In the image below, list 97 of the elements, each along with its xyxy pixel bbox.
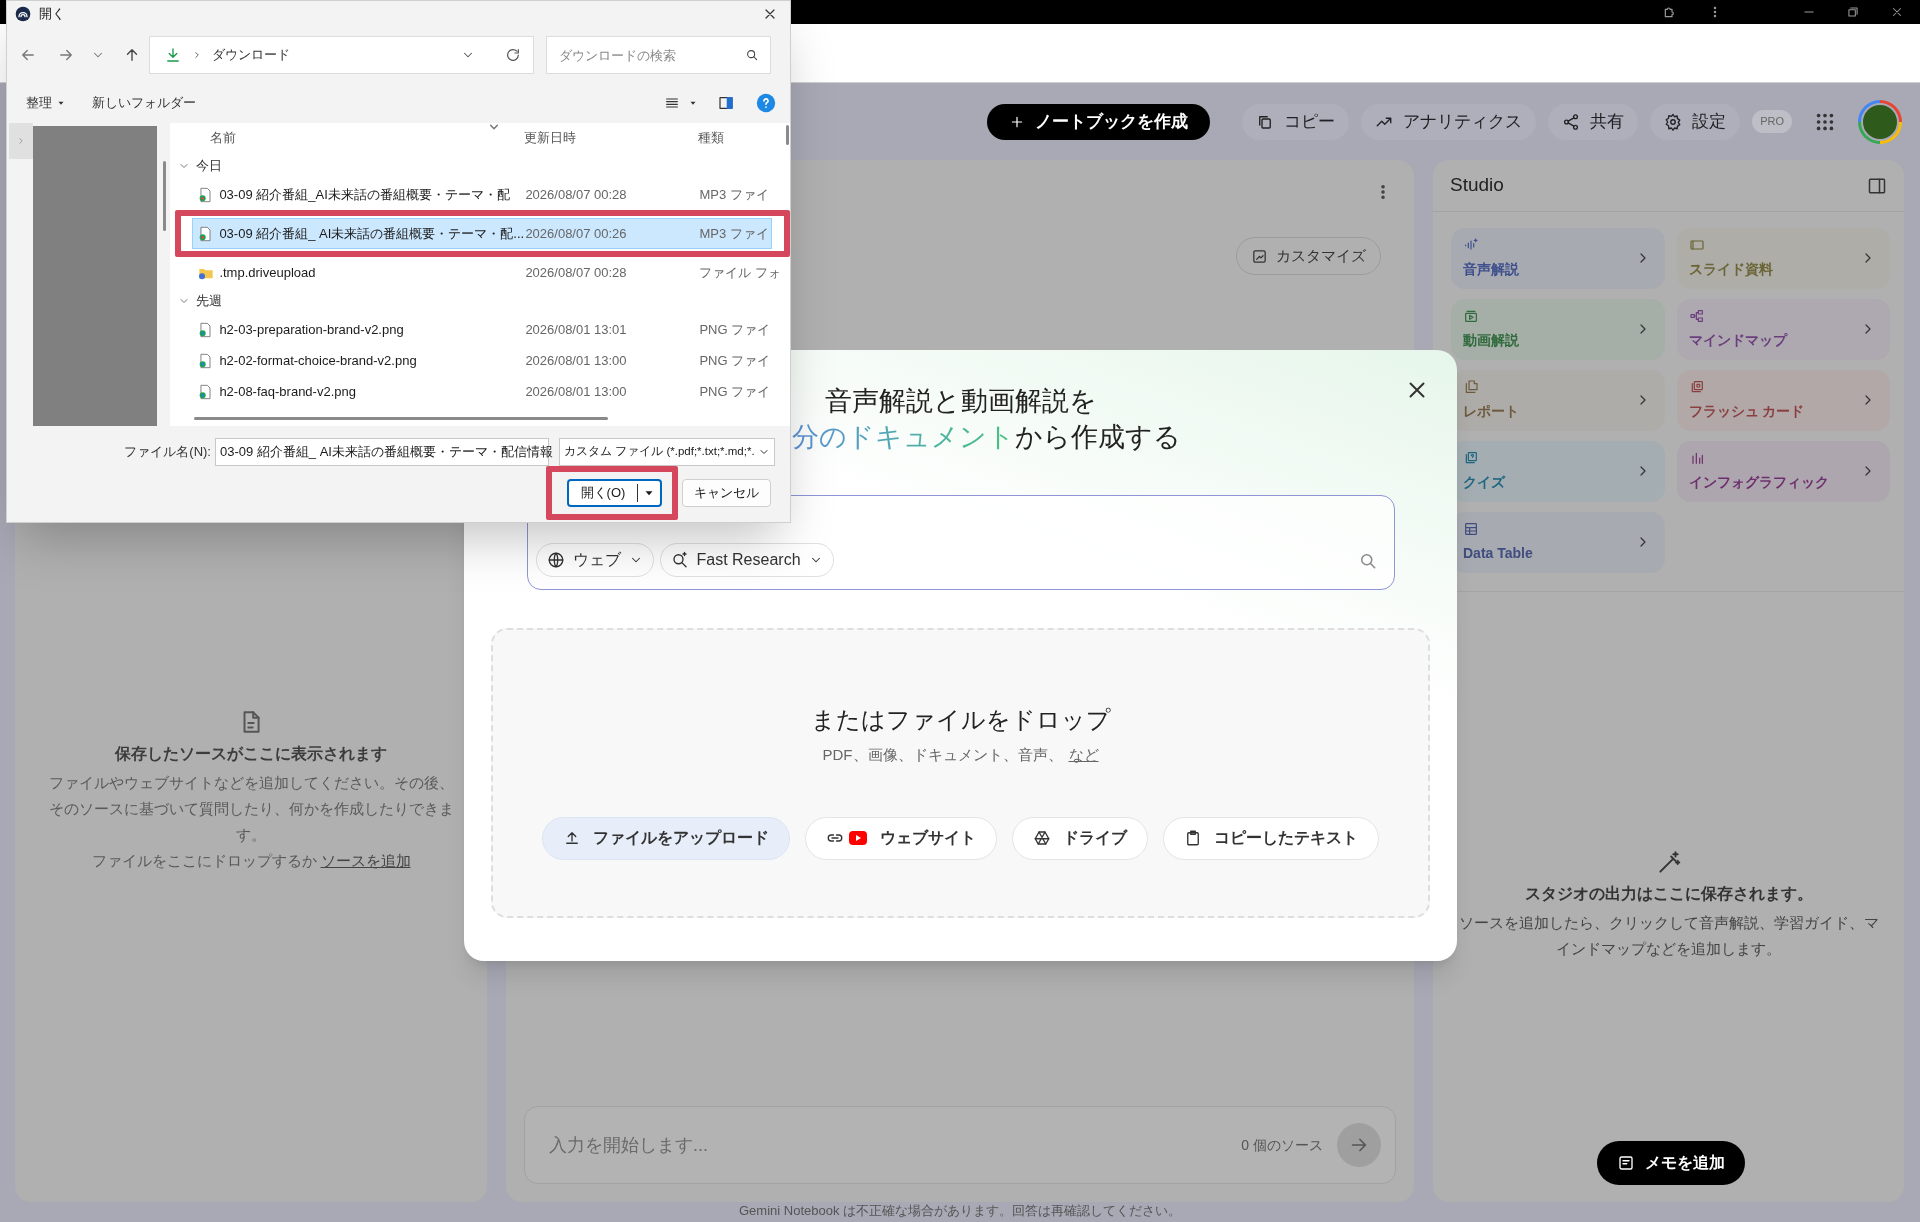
search-sparkle-icon (670, 551, 689, 569)
file-row[interactable]: 03-09 紹介番組_ AI未来話の番組概要・テーマ・配...2026/08/07 00:26 MP3 ファイ (192, 218, 772, 249)
file-date: 2026/08/01 13:00 (525, 351, 628, 370)
empty-state-text: ファイルやウェブサイトなどを追加してください。その後、そのソースに基づいて質問したり、何かを作成したりできます。 (47, 773, 455, 845)
share-icon (1562, 112, 1581, 131)
upload-icon (563, 829, 581, 847)
address-bar[interactable]: ダウンロード (149, 36, 534, 74)
file-row[interactable]: h2-02-format-choice-brand-v2.png 2026/08/01 13:00 PNG ファイ (192, 345, 782, 376)
file-types-text: PDF、画像、ドキュメント、音声、 (822, 745, 1063, 765)
download-icon (164, 46, 182, 64)
file-type: MP3 ファイ (699, 224, 769, 243)
file-date: 2026/08/07 00:28 (525, 185, 628, 204)
window-title: 開く (39, 5, 65, 24)
create-notebook-button[interactable]: ノートブックを作成 (987, 103, 1211, 140)
mindmap-icon (1688, 308, 1705, 324)
group-header[interactable]: 先週 (170, 288, 223, 314)
refresh-icon[interactable] (505, 47, 521, 63)
panel-title: Studio (1450, 173, 1504, 198)
dialog-title: 音声解説と動画解説を (824, 385, 1097, 418)
header-button[interactable]: コピー (1242, 103, 1350, 140)
scrollbar (163, 161, 167, 231)
studio-tool-card[interactable]: インフォグラフィック (1676, 441, 1890, 502)
preview-pane-icon[interactable] (718, 95, 734, 111)
organize-button[interactable]: 整理 (26, 93, 66, 113)
report-icon (1463, 379, 1479, 395)
drop-hint: ファイルをここにドロップするか (91, 851, 317, 871)
file-type: PNG ファイ (699, 382, 771, 401)
search-field[interactable]: ダウンロードの検索 (546, 36, 771, 74)
drive-icon (1033, 829, 1051, 847)
source-option-button[interactable]: コピーしたテキスト (1163, 816, 1379, 860)
table-icon (1463, 521, 1479, 537)
list-view-icon[interactable] (664, 95, 680, 111)
header-button[interactable]: アナリティクス (1361, 103, 1537, 140)
send-button[interactable] (1337, 1123, 1381, 1167)
file-name: 03-09 紹介番組_AI未来話の番組概要・テーマ・配 (219, 185, 511, 204)
more-link[interactable]: など (1068, 744, 1099, 767)
close-icon[interactable] (1890, 5, 1904, 19)
header-button[interactable]: 共有 (1548, 103, 1639, 140)
file-date: 2026/08/01 13:00 (525, 382, 628, 401)
chat-box[interactable]: 入力を開始します... 0 個のソース (524, 1106, 1396, 1184)
new-folder-button[interactable]: 新しいフォルダー (92, 93, 196, 113)
file-date: 2026/08/01 13:01 (525, 320, 628, 339)
file-name: h2-08-faq-brand-v2.png (219, 382, 357, 401)
clipboard-icon (1184, 829, 1202, 847)
file-date: 2026/08/07 00:26 (525, 224, 628, 243)
app-icon (15, 6, 31, 22)
customize-icon (1251, 247, 1268, 265)
video-play-icon (848, 830, 868, 846)
sort-caret-icon (489, 123, 500, 131)
disclaimer: Gemini Notebook は不正確な場合があります。回答は再確認してください。 (738, 1202, 1182, 1220)
file-type-dropdown[interactable]: カスタム ファイル (*.pdf;*.txt;*.md;*. (559, 438, 775, 466)
file-name: .tmp.driveupload (219, 263, 317, 282)
add-note-button[interactable]: メモを追加 (1596, 1141, 1745, 1185)
source-count: 0 個のソース (1241, 1135, 1323, 1155)
chat-input[interactable]: 入力を開始します... (549, 1131, 1228, 1159)
avatar[interactable] (1858, 99, 1902, 144)
column-header[interactable]: 更新日時 (524, 128, 699, 148)
source-option-button[interactable]: ウェブサイト (805, 816, 997, 860)
drop-title: またはファイルをドロップ (810, 705, 1111, 735)
file-row[interactable]: 03-09 紹介番組_AI未来話の番組概要・テーマ・配 2026/08/07 00:28 MP3 ファイ (192, 179, 782, 210)
empty-state-title: スタジオの出力はここに保存されます。 (1524, 884, 1813, 904)
field-label: ファイル名(N): (123, 443, 211, 462)
gear-icon (1664, 112, 1683, 131)
cancel-button[interactable]: キャンセル (682, 479, 771, 507)
file-type: MP3 ファイ (699, 185, 769, 204)
globe-icon (546, 551, 565, 569)
video-icon (1463, 308, 1479, 324)
add-source-link[interactable]: ソースを追加 (320, 850, 411, 873)
help-icon[interactable] (756, 93, 776, 113)
source-option-button[interactable]: ファイルをアップロード (542, 816, 790, 860)
open-button[interactable]: 開く(O) (567, 479, 662, 507)
file-type: PNG ファイ (699, 320, 771, 339)
column-header[interactable]: 種類 (698, 128, 725, 148)
file-row[interactable]: .tmp.driveupload 2026/08/07 00:28 ファイル フォ (192, 257, 782, 288)
file-type: ファイル フォ (699, 263, 781, 282)
file-name: h2-02-format-choice-brand-v2.png (219, 351, 418, 370)
pro-badge: PRO (1752, 110, 1792, 133)
file-row[interactable]: h2-08-faq-brand-v2.png 2026/08/01 13:00 PNG ファイ (192, 376, 782, 407)
file-date: 2026/08/07 00:28 (525, 263, 628, 282)
empty-state-title: 保存したソースがここに表示されます (115, 744, 387, 764)
column-header[interactable]: 名前 (210, 128, 525, 148)
restore-icon[interactable] (1846, 5, 1860, 19)
empty-state-text: ソースを追加したら、クリックして音声解説、学習ガイド、マインドマップなどを追加します。 (1458, 913, 1879, 959)
chevron-right-icon (192, 50, 202, 60)
scrollbar (786, 125, 789, 145)
file-row[interactable]: h2-03-preparation-brand-v2.png 2026/08/01 13:01 PNG ファイ (192, 314, 782, 345)
group-header[interactable]: 今日 (170, 153, 223, 179)
slides-icon (1688, 237, 1705, 253)
file-type: PNG ファイ (699, 351, 771, 370)
search-icon (745, 48, 759, 62)
source-option-button[interactable]: ドライブ (1012, 816, 1148, 860)
expand-nav-button[interactable] (9, 123, 34, 159)
file-name: h2-03-preparation-brand-v2.png (219, 320, 405, 339)
header-button[interactable]: 設定 (1650, 103, 1741, 140)
file-name: 03-09 紹介番組_ AI未来話の番組概要・テーマ・配... (219, 224, 526, 243)
note-icon (1616, 1154, 1635, 1172)
quiz-icon (1463, 450, 1479, 466)
